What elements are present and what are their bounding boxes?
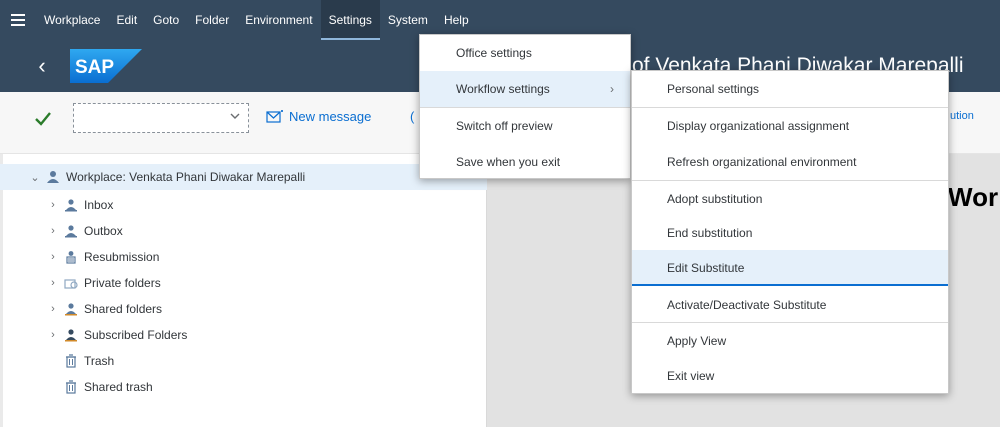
chevron-right-icon[interactable]: ›: [48, 303, 58, 315]
outbox-icon: [65, 225, 77, 238]
content-heading: Wor: [948, 182, 999, 212]
tree-item-shared-trash[interactable]: Shared trash: [0, 374, 487, 400]
menu-item-personal-settings[interactable]: Personal settings: [632, 71, 948, 107]
menu-edit[interactable]: Edit: [108, 0, 145, 40]
menu-folder[interactable]: Folder: [187, 0, 237, 40]
menu-item-refresh-org-environment[interactable]: Refresh organizational environment: [632, 144, 948, 180]
menu-item-office-settings[interactable]: Office settings: [420, 35, 630, 71]
chevron-down-icon[interactable]: [230, 111, 240, 121]
sap-logo: SAP: [70, 49, 142, 83]
menu-item-workflow-settings[interactable]: Workflow settings ›: [420, 71, 630, 107]
substitution-link[interactable]: ution: [950, 110, 1000, 122]
chevron-right-icon: ›: [610, 82, 614, 96]
menu-item-save-when-you-exit[interactable]: Save when you exit: [420, 144, 630, 180]
tree-item-private-folders[interactable]: › Private folders: [0, 270, 487, 296]
tree-item-outbox[interactable]: › Outbox: [0, 218, 487, 244]
new-message-label: New message: [289, 109, 372, 124]
tree-root-label: Workplace: Venkata Phani Diwakar Marepal…: [66, 170, 306, 184]
settings-menu: Office settings Workflow settings › Swit…: [419, 34, 631, 179]
inbox-icon: [65, 199, 77, 212]
tree-item-resubmission[interactable]: › Resubmission: [0, 244, 487, 270]
menu-item-apply-view[interactable]: Apply View: [632, 323, 948, 359]
menu-item-display-org-assignment[interactable]: Display organizational assignment: [632, 108, 948, 144]
chevron-right-icon[interactable]: ›: [48, 251, 58, 263]
command-field[interactable]: [73, 103, 249, 133]
user-icon: [47, 171, 59, 183]
trash-icon: [66, 354, 76, 368]
menu-item-activate-deactivate-substitute[interactable]: Activate/Deactivate Substitute: [632, 287, 948, 323]
tree-item-inbox[interactable]: › Inbox: [0, 192, 487, 218]
workflow-settings-submenu: Personal settings Display organizational…: [631, 70, 949, 394]
tree-item-subscribed-folders[interactable]: › Subscribed Folders: [0, 322, 487, 348]
menu-goto[interactable]: Goto: [145, 0, 187, 40]
menu-environment[interactable]: Environment: [237, 0, 320, 40]
menu-item-end-substitution[interactable]: End substitution: [632, 215, 948, 251]
chevron-right-icon[interactable]: ›: [48, 329, 58, 341]
svg-text:SAP: SAP: [75, 57, 114, 78]
menu-item-adopt-substitution[interactable]: Adopt substitution: [632, 181, 948, 217]
back-arrow-icon[interactable]: ‹: [30, 52, 54, 80]
chevron-right-icon[interactable]: ›: [48, 277, 58, 289]
menu-item-edit-substitute[interactable]: Edit Substitute: [632, 250, 948, 286]
resubmission-icon: [66, 251, 76, 264]
chevron-right-icon[interactable]: ›: [48, 225, 58, 237]
hamburger-menu-icon[interactable]: [0, 0, 36, 40]
menu-settings[interactable]: Settings: [320, 0, 380, 40]
tree-root-node[interactable]: ⌄ Workplace: Venkata Phani Diwakar Marep…: [0, 164, 487, 190]
new-message-button[interactable]: New message: [266, 109, 371, 124]
checkmark-icon[interactable]: [34, 110, 52, 128]
new-message-icon: [266, 109, 283, 123]
chevron-right-icon[interactable]: ›: [48, 199, 58, 211]
menu-workplace[interactable]: Workplace: [36, 0, 108, 40]
subscribed-folder-icon: [65, 329, 77, 342]
shared-folder-icon: [65, 303, 77, 316]
tree-item-shared-folders[interactable]: › Shared folders: [0, 296, 487, 322]
private-folder-icon: [64, 279, 78, 289]
chevron-down-icon[interactable]: ⌄: [30, 171, 40, 184]
menu-item-exit-view[interactable]: Exit view: [632, 358, 948, 394]
menu-item-switch-off-preview[interactable]: Switch off preview: [420, 108, 630, 144]
tree-item-trash[interactable]: Trash: [0, 348, 487, 374]
shared-trash-icon: [66, 380, 76, 394]
workplace-tree: ⌄ Workplace: Venkata Phani Diwakar Marep…: [0, 154, 487, 427]
